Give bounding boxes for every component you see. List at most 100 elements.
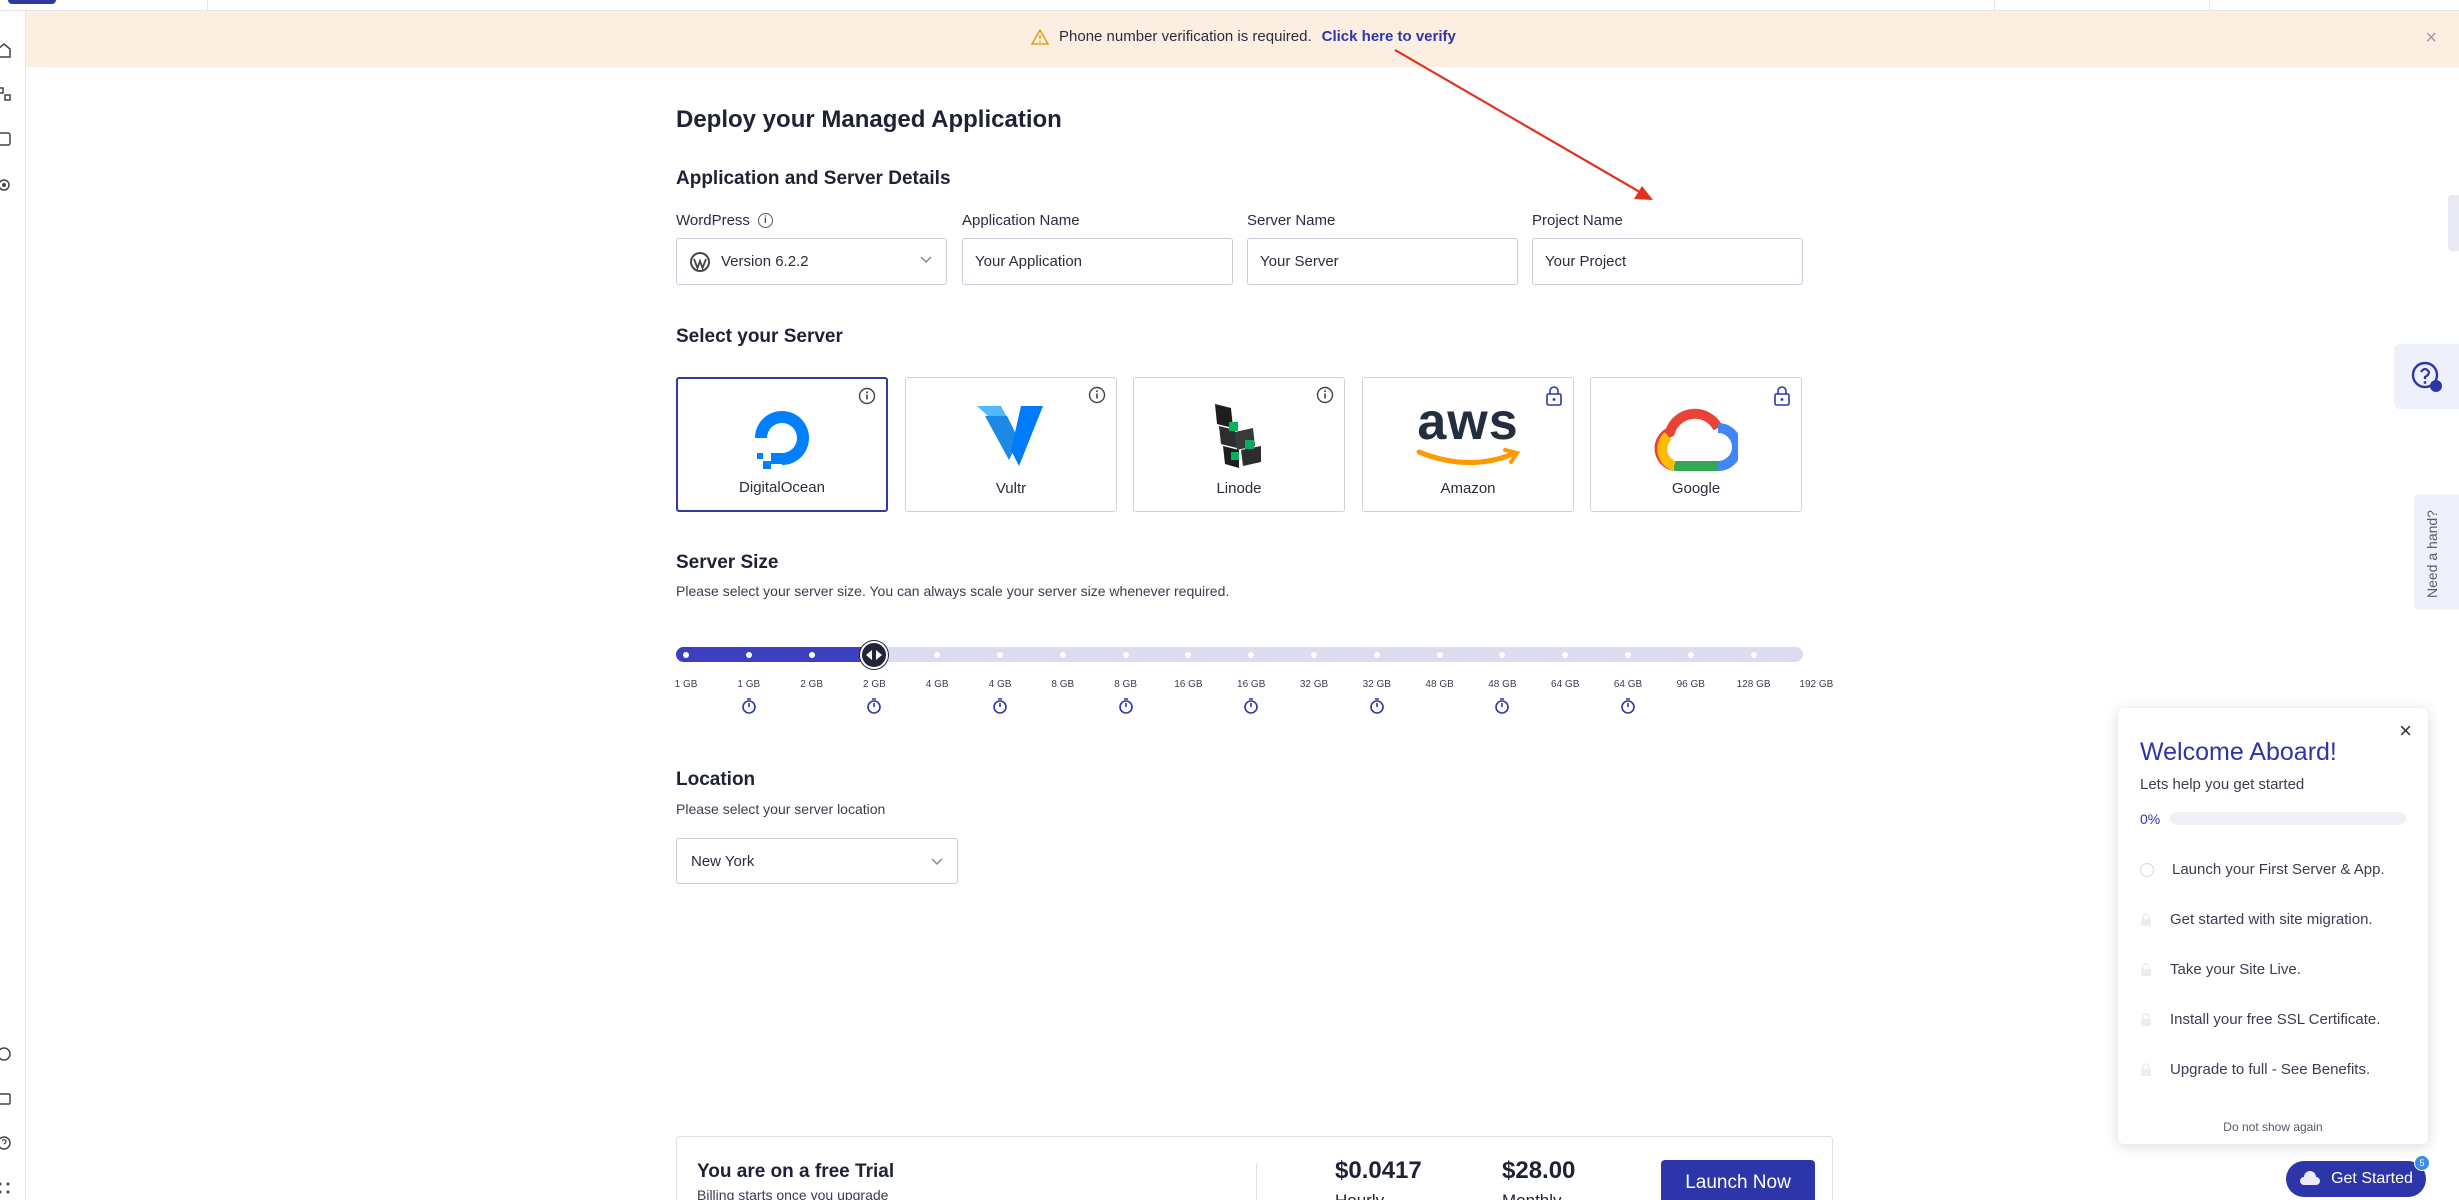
server-size-slider-fill — [676, 647, 875, 662]
slider-tick-label: 2 GB — [862, 679, 886, 690]
slider-tick-dot — [1687, 652, 1694, 658]
google-cloud-logo — [1654, 408, 1738, 471]
slider-tick-dot — [1373, 652, 1380, 658]
step-label: Upgrade to full - See Benefits. — [2170, 1061, 2371, 1078]
home-icon[interactable] — [0, 41, 12, 59]
slider-tick-dot — [1311, 652, 1317, 658]
welcome-subtitle: Lets help you get started — [2140, 776, 2305, 793]
onboarding-step[interactable]: Launch your First Server & App. — [2140, 861, 2385, 878]
side-panel-tab[interactable] — [2448, 195, 2459, 251]
warning-icon — [1031, 28, 1049, 45]
step-circle-icon — [2140, 862, 2154, 877]
top-bar — [0, 0, 2459, 11]
slider-tick-dot — [1562, 652, 1569, 658]
slider-tick-dot — [1436, 652, 1443, 658]
banner-message: Phone number verification is required. — [1059, 28, 1312, 45]
slider-tick-label: 4 GB — [925, 679, 949, 690]
welcome-close-button[interactable]: × — [2399, 718, 2412, 744]
slider-tick-dot — [745, 652, 752, 658]
slider-tick-label: 1 GB — [674, 679, 698, 690]
provider-card-amazon[interactable]: aws Amazon — [1362, 377, 1574, 512]
slider-tick-label: 8 GB — [1114, 679, 1137, 690]
grid-icon[interactable] — [0, 1179, 12, 1197]
info-icon[interactable] — [1316, 386, 1334, 404]
slider-tick-label: 96 GB — [1676, 679, 1705, 690]
footer-divider — [1256, 1163, 1257, 1200]
top-bar-segment[interactable] — [1995, 0, 2210, 11]
info-icon[interactable]: i — [757, 213, 773, 228]
step-label: Install your free SSL Certificate. — [2170, 1011, 2381, 1028]
info-icon[interactable] — [858, 387, 876, 405]
monthly-price: $28.00 — [1502, 1157, 1576, 1184]
annotation-arrow — [1394, 49, 1653, 200]
chevron-down-icon — [931, 858, 943, 866]
stopwatch-icon — [741, 698, 756, 714]
slider-tick-dot — [1122, 652, 1129, 658]
application-name-label: Application Name — [962, 212, 1080, 229]
top-bar-segment[interactable] — [1923, 0, 1995, 11]
location-title: Location — [676, 769, 756, 790]
slider-tick-dot — [1625, 652, 1631, 658]
aws-logo: aws — [1413, 396, 1523, 468]
do-not-show-again-link[interactable]: Do not show again — [2118, 1120, 2428, 1134]
stopwatch-icon — [993, 698, 1007, 714]
banner-close-button[interactable]: × — [2425, 27, 2437, 50]
cloud-rocket-icon — [2300, 1171, 2321, 1185]
verification-banner: Phone number verification is required. C… — [26, 11, 2459, 67]
stopwatch-icon — [1495, 698, 1510, 714]
slider-tick-label: 192 GB — [1799, 679, 1834, 690]
need-a-hand-tab[interactable]: Need a hand? — [2414, 494, 2459, 610]
stopwatch-icon — [1621, 698, 1635, 714]
verify-link[interactable]: Click here to verify — [1322, 28, 1456, 45]
slider-tick-dot — [1059, 652, 1066, 658]
onboarding-step[interactable]: Get started with site migration. — [2140, 911, 2373, 928]
help-icon[interactable] — [0, 1134, 12, 1152]
info-icon[interactable] — [1088, 386, 1106, 404]
provider-card-google[interactable]: Google — [1590, 377, 1802, 512]
application-name-label-text: Application Name — [962, 212, 1080, 229]
location-select[interactable]: New York — [676, 838, 958, 884]
wordpress-label-text: WordPress — [676, 212, 750, 229]
provider-card-linode[interactable]: Linode — [1133, 377, 1345, 512]
servers-icon[interactable] — [0, 130, 12, 148]
support-icon[interactable] — [0, 1045, 12, 1063]
get-started-button[interactable]: Get Started 5 — [2286, 1155, 2430, 1197]
provider-name: Linode — [1216, 480, 1262, 497]
top-bar-brand-segment — [0, 0, 208, 11]
server-size-slider-track[interactable] — [676, 647, 1820, 662]
server-size-title: Server Size — [676, 552, 779, 573]
server-name-label: Server Name — [1247, 212, 1335, 229]
slider-tick-dot — [934, 652, 941, 658]
provider-name: Vultr — [995, 480, 1027, 497]
application-name-placeholder: Your Application — [975, 253, 1083, 270]
application-name-input[interactable]: Your Application — [962, 238, 1233, 285]
slider-tick-label: 16 GB — [1174, 679, 1203, 690]
hourly-price: $0.0417 — [1335, 1157, 1422, 1184]
apps-icon[interactable] — [0, 85, 12, 103]
project-name-placeholder: Your Project — [1545, 253, 1627, 270]
drag-arrows-icon — [866, 650, 883, 660]
server-size-slider-handle[interactable] — [860, 641, 889, 669]
slider-tick-label: 4 GB — [988, 679, 1012, 690]
server-name-placeholder: Your Server — [1260, 253, 1339, 270]
slider-tick-label: 64 GB — [1613, 679, 1643, 690]
server-name-label-text: Server Name — [1247, 212, 1336, 229]
server-name-input[interactable]: Your Server — [1247, 238, 1518, 285]
project-name-input[interactable]: Your Project — [1532, 238, 1803, 285]
onboarding-step[interactable]: Install your free SSL Certificate. — [2140, 1011, 2380, 1028]
provider-card-vultr[interactable]: Vultr — [905, 377, 1117, 512]
window-icon[interactable] — [0, 1090, 12, 1108]
launch-now-button[interactable]: Launch Now — [1661, 1160, 1815, 1200]
help-tab[interactable] — [2394, 344, 2459, 409]
slider-tick-label: 2 GB — [800, 679, 823, 690]
slider-tick-label: 48 GB — [1425, 679, 1454, 690]
slider-tick-dot — [1499, 652, 1506, 658]
provider-card-digitalocean[interactable]: DigitalOcean — [676, 377, 888, 512]
lock-icon — [1546, 386, 1562, 406]
slider-tick-label: 16 GB — [1237, 679, 1266, 690]
onboarding-step[interactable]: Upgrade to full - See Benefits. — [2140, 1061, 2370, 1078]
wordpress-version-select[interactable]: Version 6.2.2 — [676, 238, 947, 285]
settings-icon[interactable] — [0, 176, 12, 194]
help-chat-icon — [2411, 361, 2442, 392]
onboarding-step[interactable]: Take your Site Live. — [2140, 961, 2301, 978]
